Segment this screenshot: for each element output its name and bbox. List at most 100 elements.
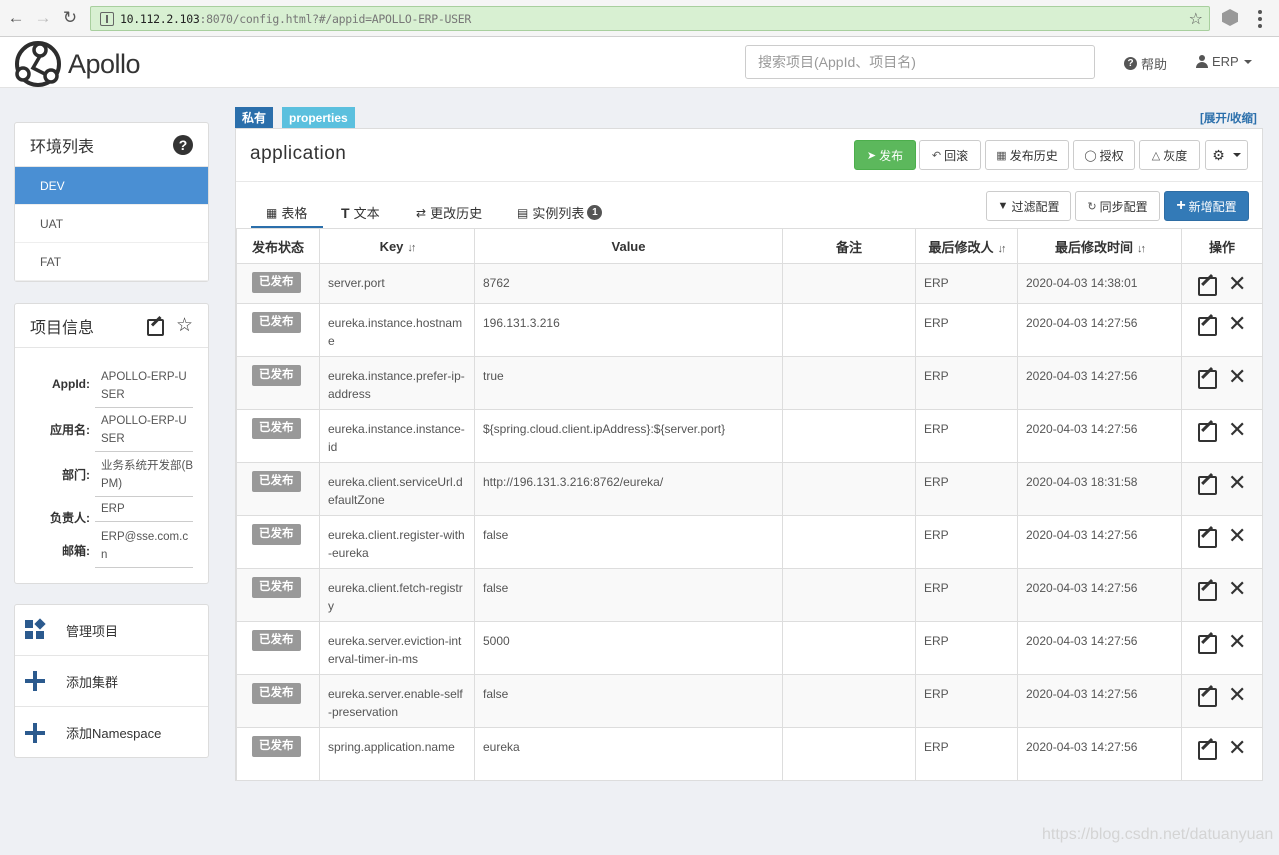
col-modifier[interactable]: 最后修改人 ↓↑: [915, 228, 1018, 264]
favorite-star-icon[interactable]: ☆: [176, 314, 193, 337]
comment-cell: [782, 727, 916, 781]
forward-icon[interactable]: →: [32, 7, 54, 29]
delete-icon[interactable]: ✕: [1228, 419, 1246, 441]
operation-cell: ✕: [1181, 515, 1263, 569]
modifier-cell: ERP: [915, 356, 1018, 410]
edit-icon[interactable]: [1197, 314, 1217, 336]
status-badge: 已发布: [252, 471, 301, 492]
status-cell: 已发布: [236, 462, 320, 516]
edit-icon[interactable]: [1197, 579, 1217, 601]
key-cell: eureka.server.enable-self-preservation: [319, 674, 475, 728]
gray-release-button[interactable]: △ 灰度: [1139, 140, 1200, 170]
filter-config-button[interactable]: ▼ 过滤配置: [986, 191, 1071, 221]
release-history-button[interactable]: ▦ 发布历史: [985, 140, 1069, 170]
edit-icon[interactable]: [1197, 632, 1217, 654]
edit-icon[interactable]: [1197, 685, 1217, 707]
delete-icon[interactable]: ✕: [1228, 737, 1246, 759]
delete-icon[interactable]: ✕: [1228, 273, 1246, 295]
operation-cell: ✕: [1181, 674, 1263, 728]
tab-table[interactable]: ▦ 表格: [251, 203, 323, 228]
project-info-title: 项目信息: [30, 319, 95, 337]
plus-icon: [25, 671, 45, 691]
tab-change-history[interactable]: ⇄ 更改历史: [416, 203, 482, 226]
col-key[interactable]: Key ↓↑: [319, 228, 475, 264]
env-item-dev[interactable]: DEV: [15, 167, 208, 205]
modifier-cell: ERP: [915, 621, 1018, 675]
rollback-label: 回滚: [944, 148, 969, 163]
question-icon[interactable]: ?: [173, 134, 193, 155]
manage-project-button[interactable]: 管理项目: [15, 605, 208, 656]
add-cluster-button[interactable]: 添加集群: [15, 656, 208, 707]
key-cell: eureka.instance.hostname: [319, 303, 475, 357]
search-input[interactable]: [745, 45, 1095, 79]
edit-icon[interactable]: [1197, 367, 1217, 389]
user-menu[interactable]: ERP: [1196, 54, 1252, 69]
delete-icon[interactable]: ✕: [1228, 525, 1246, 547]
add-namespace-button[interactable]: 添加Namespace: [15, 707, 208, 758]
status-badge: 已发布: [252, 272, 301, 293]
add-cluster-label: 添加集群: [66, 674, 119, 690]
env-item-fat[interactable]: FAT: [15, 243, 208, 281]
tab-text[interactable]: T 文本: [341, 203, 380, 226]
authorize-button[interactable]: ◯ 授权: [1073, 140, 1135, 170]
key-cell: server.port: [319, 263, 475, 304]
settings-dropdown-button[interactable]: ⚙: [1205, 140, 1248, 170]
sort-icon[interactable]: ↓↑: [407, 242, 416, 254]
delete-icon[interactable]: ✕: [1228, 472, 1246, 494]
comment-cell: [782, 674, 916, 728]
publish-button[interactable]: ➤ 发布: [854, 140, 916, 170]
info-value: ERP@sse.com.cn: [95, 528, 193, 568]
edit-icon[interactable]: [1197, 274, 1217, 296]
delete-icon[interactable]: ✕: [1228, 631, 1246, 653]
help-link[interactable]: ? 帮助: [1124, 54, 1167, 73]
comment-cell: [782, 409, 916, 463]
value-cell: false: [474, 568, 783, 622]
key-cell: eureka.instance.instance-id: [319, 409, 475, 463]
rollback-button[interactable]: ↶ 回滚: [919, 140, 981, 170]
col-key-label: Key: [379, 238, 404, 254]
edit-icon[interactable]: [1197, 420, 1217, 442]
bookmark-star-icon[interactable]: ☆: [1189, 9, 1203, 29]
apollo-logo[interactable]: Apollo: [13, 41, 141, 87]
value-cell: 5000: [474, 621, 783, 675]
sort-icon[interactable]: ↓↑: [998, 243, 1007, 255]
edit-icon[interactable]: [1197, 526, 1217, 548]
status-cell: 已发布: [236, 303, 320, 357]
add-config-button[interactable]: + 新增配置: [1164, 191, 1249, 221]
table-row: 已发布 eureka.client.fetch-registry false ERP 2…: [236, 568, 1263, 622]
sort-icon[interactable]: ↓↑: [1137, 243, 1146, 255]
modified-time-cell: 2020-04-03 14:27:56: [1017, 303, 1182, 357]
table-row: 已发布 eureka.client.register-with-eureka fal…: [236, 515, 1263, 569]
page-info-icon[interactable]: [100, 11, 114, 26]
project-info-panel: 项目信息 ☆ AppId: APOLLO-ERP-USER 应用名: APOLL…: [14, 303, 209, 584]
expand-collapse-link[interactable]: [展开/收缩]: [1200, 110, 1257, 126]
edit-icon[interactable]: [1197, 738, 1217, 760]
table-row: 已发布 eureka.client.serviceUrl.defaultZone h…: [236, 462, 1263, 516]
config-table: 发布状态 Key ↓↑ Value 备注 最后修改人 ↓↑ 最后修改时间 ↓↑ 操作 …: [236, 228, 1263, 781]
col-modified-time[interactable]: 最后修改时间 ↓↑: [1017, 228, 1182, 264]
reload-icon[interactable]: ↻: [59, 7, 81, 29]
browser-menu-icon[interactable]: [1258, 10, 1262, 28]
instance-count-badge: 1: [587, 205, 603, 220]
comment-cell: [782, 515, 916, 569]
tab-change-history-label: 更改历史: [430, 206, 483, 221]
delete-icon[interactable]: ✕: [1228, 366, 1246, 388]
col-modifier-label: 最后修改人: [928, 239, 994, 255]
extension-icon[interactable]: [1222, 9, 1238, 26]
list-icon: ▤: [517, 205, 529, 220]
back-icon[interactable]: ←: [5, 7, 27, 29]
delete-icon[interactable]: ✕: [1228, 578, 1246, 600]
namespace-panel: application ➤ 发布 ↶ 回滚 ▦ 发布历史 ◯ 授权 △ 灰度 ⚙ ▦ 表格 …: [235, 128, 1263, 781]
env-item-uat[interactable]: UAT: [15, 205, 208, 243]
delete-icon[interactable]: ✕: [1228, 684, 1246, 706]
edit-icon[interactable]: [146, 317, 164, 336]
key-cell: eureka.client.fetch-registry: [319, 568, 475, 622]
sync-config-button[interactable]: ↻ 同步配置: [1075, 191, 1160, 221]
address-bar[interactable]: 10.112.2.103:8070/config.html?#/appid=AP…: [90, 6, 1210, 31]
comment-cell: [782, 621, 916, 675]
comment-cell: [782, 263, 916, 304]
tab-instances[interactable]: ▤ 实例列表 1: [517, 203, 603, 226]
delete-icon[interactable]: ✕: [1228, 313, 1246, 335]
value-cell: false: [474, 674, 783, 728]
edit-icon[interactable]: [1197, 473, 1217, 495]
